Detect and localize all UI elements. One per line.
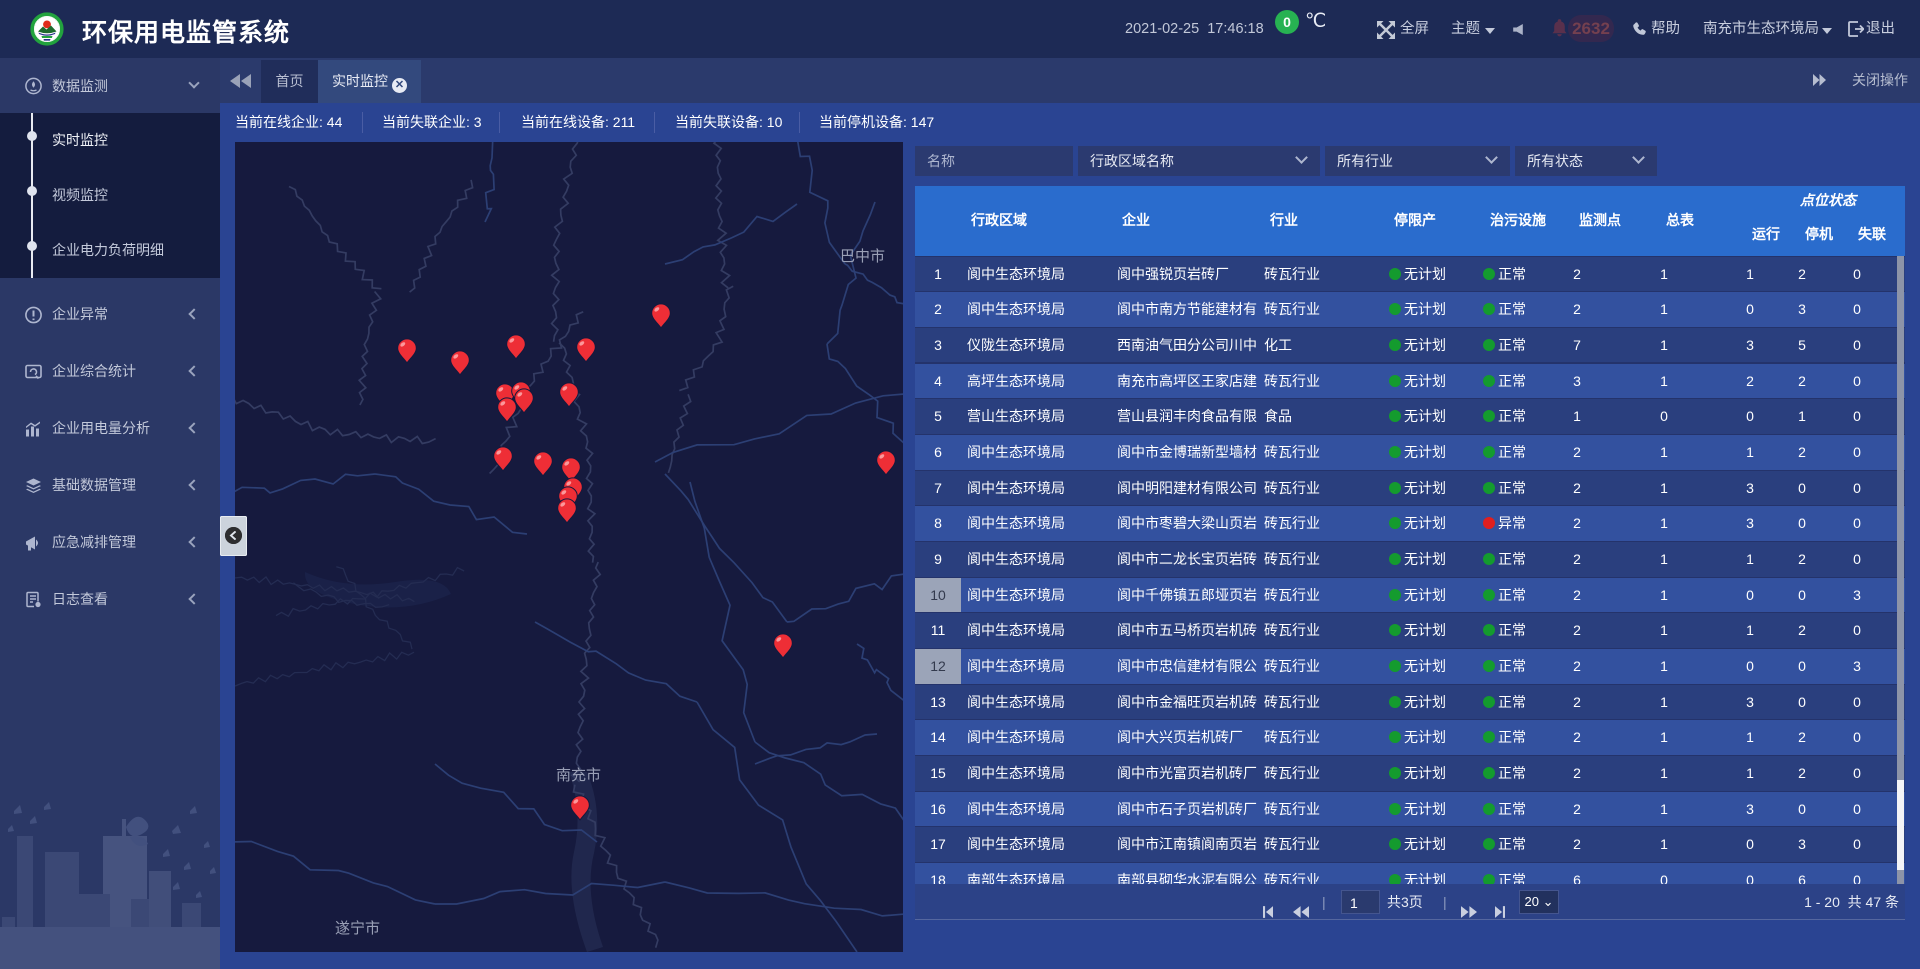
svg-text:遂宁市: 遂宁市 <box>335 920 380 937</box>
svg-text:巴中市: 巴中市 <box>840 248 885 265</box>
svg-text:南充市: 南充市 <box>556 767 601 784</box>
